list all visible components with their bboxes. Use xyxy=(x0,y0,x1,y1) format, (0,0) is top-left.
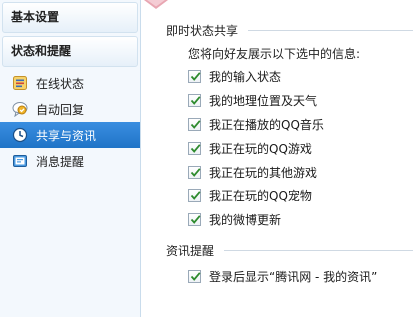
checkmark-icon xyxy=(190,71,201,81)
settings-content-panel: 即时状态共享 您将向好友展示以下选中的信息: 我的输入状态 我的地理位置及天气 … xyxy=(142,0,413,317)
option-qq-games[interactable]: 我正在玩的QQ游戏 xyxy=(188,139,312,157)
checkbox-checked[interactable] xyxy=(188,188,201,202)
option-qq-pet[interactable]: 我正在玩的QQ宠物 xyxy=(188,186,312,204)
group-divider xyxy=(248,30,413,31)
checkmark-icon xyxy=(190,95,201,105)
checkmark-icon xyxy=(190,167,201,177)
sidebar-item-label: 在线状态 xyxy=(36,76,85,91)
option-label: 我的输入状态 xyxy=(209,69,282,84)
sidebar-item-online-status[interactable]: 在线状态 xyxy=(0,70,140,96)
news-reminder-group-title: 资讯提醒 xyxy=(166,242,413,259)
section-status-and-reminders[interactable]: 状态和提醒 xyxy=(2,36,138,67)
option-label: 登录后显示“腾讯网 - 我的资讯” xyxy=(209,269,378,284)
sidebar-item-label: 自动回复 xyxy=(36,102,85,117)
option-qq-music[interactable]: 我正在播放的QQ音乐 xyxy=(188,115,324,133)
checkbox-checked[interactable] xyxy=(188,269,201,283)
group-divider xyxy=(224,250,413,251)
checkbox-checked[interactable] xyxy=(188,117,201,131)
option-label: 我的微博更新 xyxy=(209,212,282,227)
checkbox-checked[interactable] xyxy=(188,141,201,155)
message-reminder-icon xyxy=(12,153,28,169)
checkmark-icon xyxy=(190,271,201,281)
option-other-games[interactable]: 我正在玩的其他游戏 xyxy=(188,163,317,181)
settings-sidebar: 基本设置 状态和提醒 在线状态 自动回复 共享与资讯 消息提醒 xyxy=(0,0,141,317)
group-title-text: 资讯提醒 xyxy=(166,244,215,258)
option-label: 我正在玩的QQ游戏 xyxy=(209,141,312,156)
clock-icon xyxy=(12,127,28,143)
option-label: 我正在玩的其他游戏 xyxy=(209,165,318,180)
checkbox-checked[interactable] xyxy=(188,212,201,226)
option-show-my-news[interactable]: 登录后显示“腾讯网 - 我的资讯” xyxy=(188,267,377,285)
option-label: 我正在播放的QQ音乐 xyxy=(209,117,324,132)
auto-reply-icon xyxy=(12,101,28,118)
group-title-text: 即时状态共享 xyxy=(166,24,239,38)
online-status-icon xyxy=(12,75,28,91)
checkmark-icon xyxy=(190,143,201,153)
option-weibo-updates[interactable]: 我的微博更新 xyxy=(188,210,281,228)
checkbox-checked[interactable] xyxy=(188,69,201,83)
sidebar-item-label: 消息提醒 xyxy=(36,154,85,169)
option-label: 我的地理位置及天气 xyxy=(209,93,318,108)
heart-decoration-icon xyxy=(144,0,168,9)
nav-list: 在线状态 自动回复 共享与资讯 消息提醒 xyxy=(0,70,140,174)
instant-status-sharing-group-title: 即时状态共享 xyxy=(166,22,413,39)
checkmark-icon xyxy=(190,190,201,200)
option-label: 我正在玩的QQ宠物 xyxy=(209,188,312,203)
share-description: 您将向好友展示以下选中的信息: xyxy=(188,47,361,61)
checkbox-checked[interactable] xyxy=(188,165,201,179)
sidebar-item-message-reminder[interactable]: 消息提醒 xyxy=(0,148,140,174)
sidebar-item-share-and-news[interactable]: 共享与资讯 xyxy=(0,122,140,148)
checkmark-icon xyxy=(190,119,201,129)
sidebar-item-auto-reply[interactable]: 自动回复 xyxy=(0,96,140,122)
checkbox-checked[interactable] xyxy=(188,93,201,107)
option-location-weather[interactable]: 我的地理位置及天气 xyxy=(188,91,317,109)
section-basic-settings[interactable]: 基本设置 xyxy=(2,2,138,33)
sidebar-item-label: 共享与资讯 xyxy=(36,128,97,143)
option-typing-status[interactable]: 我的输入状态 xyxy=(188,67,281,85)
checkmark-icon xyxy=(190,214,201,224)
